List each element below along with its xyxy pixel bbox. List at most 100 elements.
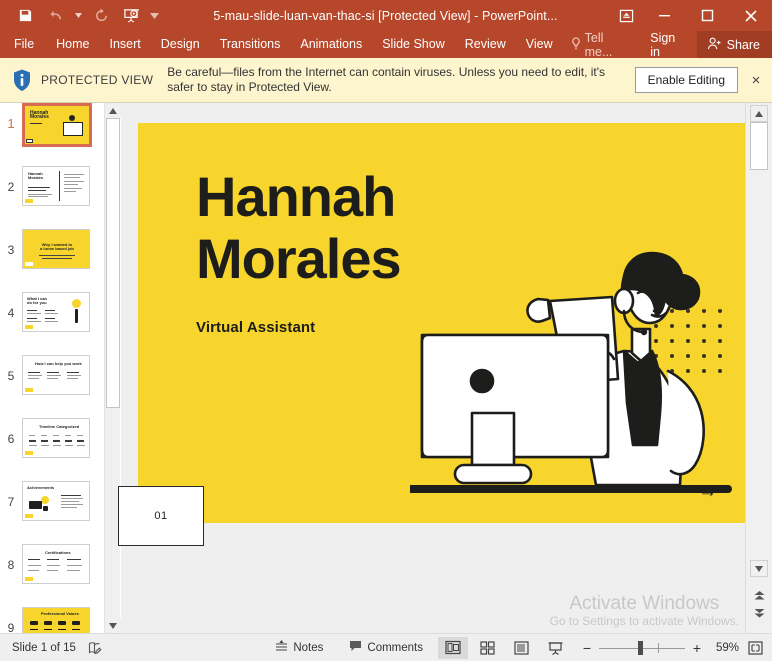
undo-icon[interactable] [40,3,70,29]
tab-slide-show[interactable]: Slide Show [372,31,455,58]
comments-label: Comments [367,642,423,654]
share-person-icon [707,37,722,53]
comments-button[interactable]: Comments [336,640,436,655]
accessibility-checker-icon[interactable] [88,641,106,655]
slide-title-line2: Morales [196,227,401,290]
zoom-control[interactable]: − + 59% [572,638,772,658]
next-slide-arrow-icon[interactable]: → [698,482,717,501]
current-slide[interactable]: Hannah Morales Virtual Assistant [138,123,745,523]
slide-thumbnail-4[interactable]: 4 What I cando for you [0,292,104,355]
thumbnail-scrollbar[interactable] [104,103,120,633]
share-button[interactable]: Share [697,31,772,58]
tab-transitions[interactable]: Transitions [210,31,291,58]
next-slide-icon[interactable] [750,606,768,621]
enable-editing-button[interactable]: Enable Editing [635,67,738,93]
slide-thumbnail-1[interactable]: 1 HannahMorales [0,103,104,166]
customize-quick-access-icon[interactable] [146,3,162,29]
thumbnail-number: 5 [0,355,22,383]
slide-thumbnail-6[interactable]: 6 Timeline Categorized [0,418,104,481]
thumbnail-preview: HannahMorales [22,166,90,206]
tab-animations[interactable]: Animations [290,31,372,58]
tab-file[interactable]: File [0,31,46,58]
tell-me-search[interactable]: Tell me... [563,31,642,59]
reading-view-button[interactable] [506,637,536,659]
sign-in-button[interactable]: Sign in [641,31,696,59]
protected-view-message: Be careful—files from the Internet can c… [167,65,634,95]
zoom-out-button[interactable]: − [578,640,596,656]
close-protected-view-icon[interactable]: × [748,72,764,89]
quick-access-toolbar [0,3,162,29]
notes-label: Notes [293,642,323,654]
thumbnail-scroll-down-icon[interactable] [105,618,121,633]
window-title: 5-mau-slide-luan-van-thac-si [Protected … [162,9,609,23]
status-bar: Slide 1 of 15 Notes [0,633,772,661]
comment-icon [349,640,362,655]
save-icon[interactable] [10,3,40,29]
tab-design[interactable]: Design [151,31,210,58]
thumbnail-preview: Certifications [22,544,90,584]
slide-subtitle: Virtual Assistant [196,319,315,336]
zoom-slider-tick [658,643,659,653]
zoom-slider[interactable] [599,640,685,656]
slide-position-indicator[interactable]: Slide 1 of 15 [0,642,76,654]
slide-thumbnail-2[interactable]: 2 HannahMorales [0,166,104,229]
thumbnail-preview: Achievements [22,481,90,521]
thumbnail-preview: How I can help you work [22,355,90,395]
fit-slide-to-window-button[interactable] [744,638,766,658]
slide-editor-area: Hannah Morales Virtual Assistant [121,103,745,633]
share-label: Share [727,38,760,52]
thumbnail-number: 6 [0,418,22,446]
slide-thumbnail-pane[interactable]: 1 HannahMorales 2 HannahMorales [0,103,120,633]
redo-icon[interactable] [86,3,116,29]
thumbnail-scroll-up-icon[interactable] [105,103,121,118]
previous-slide-icon[interactable] [750,588,768,603]
notes-button[interactable]: Notes [262,640,336,656]
thumbnail-scrollbar-thumb[interactable] [106,118,120,408]
virtual-assistant-illustration [410,231,745,521]
tell-me-label: Tell me... [585,31,634,59]
minimize-button[interactable] [643,0,686,31]
slide-thumbnail-7[interactable]: 7 Achievements [0,481,104,544]
presentation-icon[interactable] [116,3,146,29]
tab-review[interactable]: Review [455,31,516,58]
info-shield-icon [10,68,34,92]
slide-title: Hannah Morales [196,166,401,290]
slide-number-box: 01 [118,486,204,546]
close-button[interactable] [729,0,772,31]
tab-view[interactable]: View [516,31,563,58]
restore-button[interactable] [686,0,729,31]
slide-thumbnail-9[interactable]: 9 Professional Values [0,607,104,633]
thumbnail-number: 9 [0,607,22,633]
scroll-down-icon[interactable] [750,560,768,577]
scrollbar-thumb[interactable] [750,122,768,170]
slide-title-line1: Hannah [196,165,395,228]
lightbulb-icon [571,37,581,53]
normal-view-button[interactable] [438,637,468,659]
slide-canvas[interactable]: Hannah Morales Virtual Assistant [121,103,745,633]
thumbnail-number: 8 [0,544,22,572]
slide-thumbnail-3[interactable]: 3 Why I wanted toa home based job [0,229,104,292]
thumbnail-preview: Why I wanted toa home based job [22,229,90,269]
slide-thumbnail-list: 1 HannahMorales 2 HannahMorales [0,103,104,633]
slide-thumbnail-8[interactable]: 8 Certifications [0,544,104,607]
thumbnail-preview: Timeline Categorized [22,418,90,458]
slide-show-view-button[interactable] [540,637,570,659]
tab-home[interactable]: Home [46,31,99,58]
protected-view-label: PROTECTED VIEW [41,73,153,87]
slide-vertical-scrollbar[interactable] [745,103,772,633]
thumbnail-preview: What I cando for you [22,292,90,332]
zoom-percentage[interactable]: 59% [706,642,744,654]
thumbnail-number: 3 [0,229,22,257]
slide-thumbnail-5[interactable]: 5 How I can help you work [0,355,104,418]
undo-dropdown-icon[interactable] [70,3,86,29]
protected-view-bar: PROTECTED VIEW Be careful—files from the… [0,58,772,103]
tab-insert[interactable]: Insert [100,31,151,58]
ribbon-display-options-icon[interactable] [609,0,643,31]
zoom-slider-handle[interactable] [638,641,643,655]
scroll-up-icon[interactable] [750,105,768,122]
thumbnail-preview: HannahMorales [22,103,92,147]
zoom-in-button[interactable]: + [688,640,706,656]
slide-sorter-view-button[interactable] [472,637,502,659]
thumbnail-number: 1 [0,103,22,131]
thumbnail-preview: Professional Values [22,607,90,633]
